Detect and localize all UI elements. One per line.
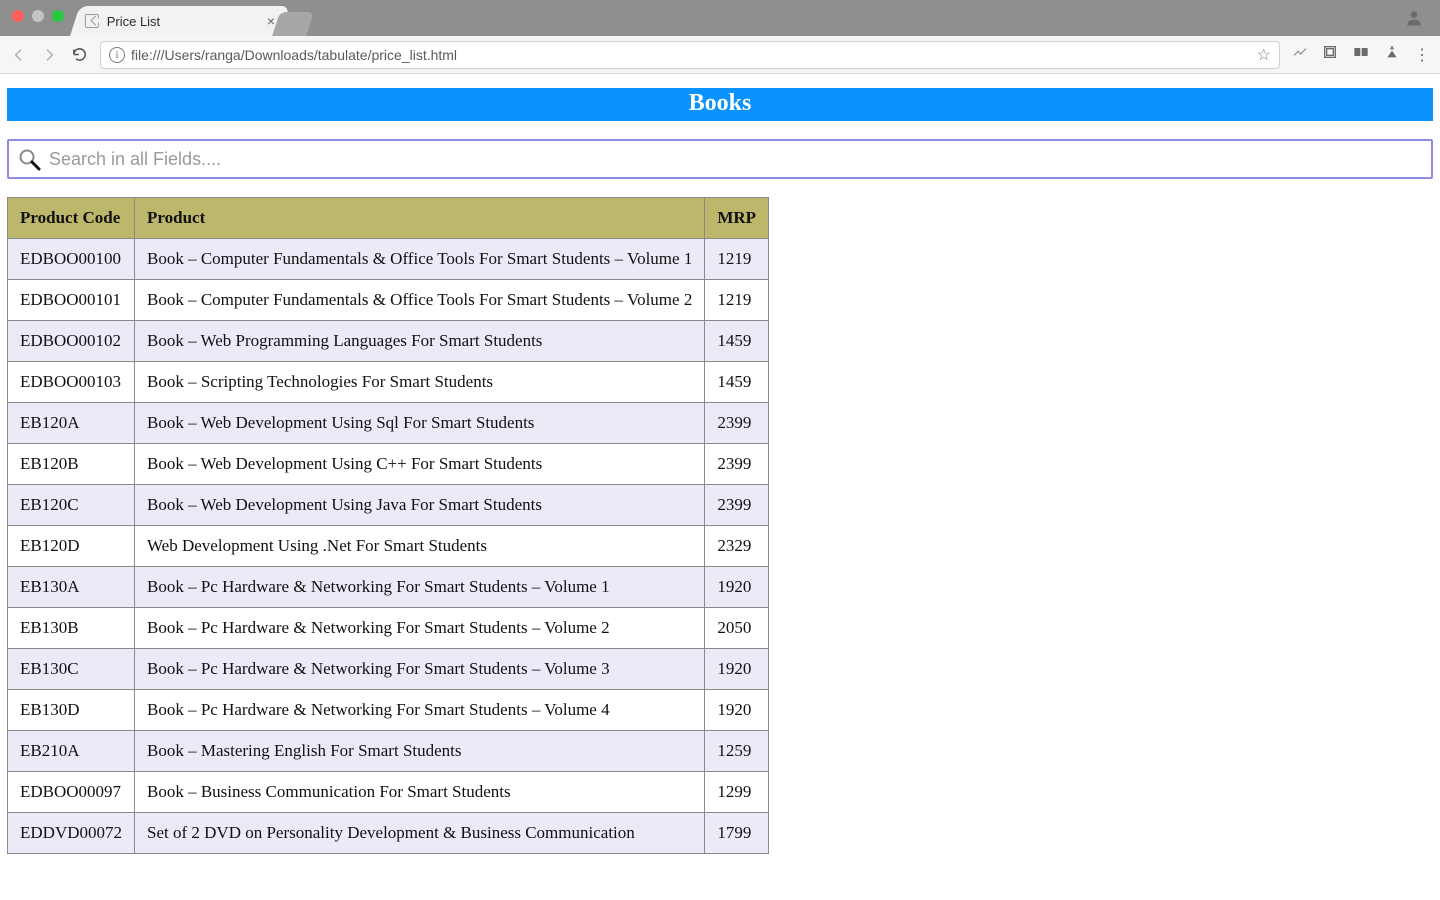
cell-product: Book – Web Development Using Java For Sm… xyxy=(135,485,705,526)
cell-product: Book – Mastering English For Smart Stude… xyxy=(135,731,705,772)
forward-button[interactable] xyxy=(40,46,58,64)
window-close-button[interactable] xyxy=(12,10,24,22)
search-icon xyxy=(17,147,41,171)
cell-mrp: 1219 xyxy=(705,280,769,321)
cell-mrp: 2399 xyxy=(705,403,769,444)
browser-tabstrip: Price List × xyxy=(0,0,1440,36)
cell-code: EB130C xyxy=(8,649,135,690)
cell-mrp: 2329 xyxy=(705,526,769,567)
table-row: EB130ABook – Pc Hardware & Networking Fo… xyxy=(8,567,769,608)
table-row: EDBOO00103Book – Scripting Technologies … xyxy=(8,362,769,403)
cell-mrp: 1799 xyxy=(705,813,769,854)
table-row: EB210ABook – Mastering English For Smart… xyxy=(8,731,769,772)
cell-code: EDDVD00072 xyxy=(8,813,135,854)
cell-product: Book – Scripting Technologies For Smart … xyxy=(135,362,705,403)
cell-mrp: 1219 xyxy=(705,239,769,280)
browser-tab-active[interactable]: Price List × xyxy=(70,6,290,36)
cell-mrp: 1259 xyxy=(705,731,769,772)
table-header-row: Product Code Product MRP xyxy=(8,198,769,239)
cell-mrp: 2399 xyxy=(705,444,769,485)
chrome-menu-icon[interactable]: ⋮ xyxy=(1414,45,1430,65)
cell-mrp: 1920 xyxy=(705,567,769,608)
cell-product: Book – Pc Hardware & Networking For Smar… xyxy=(135,608,705,649)
tab-title: Price List xyxy=(107,14,160,29)
cell-code: EB130D xyxy=(8,690,135,731)
cell-product: Book – Computer Fundamentals & Office To… xyxy=(135,239,705,280)
cell-product: Book – Computer Fundamentals & Office To… xyxy=(135,280,705,321)
cell-code: EDBOO00101 xyxy=(8,280,135,321)
cell-code: EDBOO00103 xyxy=(8,362,135,403)
file-icon xyxy=(85,14,99,28)
cell-mrp: 1920 xyxy=(705,690,769,731)
cell-mrp: 2050 xyxy=(705,608,769,649)
window-minimize-button[interactable] xyxy=(32,10,44,22)
table-row: EB130DBook – Pc Hardware & Networking Fo… xyxy=(8,690,769,731)
cell-mrp: 2399 xyxy=(705,485,769,526)
table-row: EB120DWeb Development Using .Net For Sma… xyxy=(8,526,769,567)
cell-code: EB130A xyxy=(8,567,135,608)
bookmark-star-icon[interactable]: ☆ xyxy=(1257,45,1271,65)
table-row: EDBOO00102Book – Web Programming Languag… xyxy=(8,321,769,362)
cell-product: Book – Business Communication For Smart … xyxy=(135,772,705,813)
cell-mrp: 1459 xyxy=(705,321,769,362)
window-controls xyxy=(12,10,64,22)
url-text: file:///Users/ranga/Downloads/tabulate/p… xyxy=(131,47,457,63)
site-info-icon[interactable]: i xyxy=(109,47,125,63)
cell-product: Book – Pc Hardware & Networking For Smar… xyxy=(135,649,705,690)
col-header-mrp[interactable]: MRP xyxy=(705,198,769,239)
back-button[interactable] xyxy=(10,46,28,64)
table-row: EB130CBook – Pc Hardware & Networking Fo… xyxy=(8,649,769,690)
table-row: EB130BBook – Pc Hardware & Networking Fo… xyxy=(8,608,769,649)
cell-code: EB120C xyxy=(8,485,135,526)
table-row: EB120BBook – Web Development Using C++ F… xyxy=(8,444,769,485)
cell-mrp: 1459 xyxy=(705,362,769,403)
table-row: EDBOO00097Book – Business Communication … xyxy=(8,772,769,813)
cell-product: Web Development Using .Net For Smart Stu… xyxy=(135,526,705,567)
reload-button[interactable] xyxy=(70,46,88,64)
extension-icon[interactable] xyxy=(1384,44,1400,65)
new-tab-button[interactable] xyxy=(272,12,314,36)
address-bar[interactable]: i file:///Users/ranga/Downloads/tabulate… xyxy=(100,41,1280,69)
extension-icon[interactable] xyxy=(1352,44,1370,65)
cell-code: EDBOO00100 xyxy=(8,239,135,280)
cell-code: EB210A xyxy=(8,731,135,772)
price-list-table: Product Code Product MRP EDBOO00100Book … xyxy=(7,197,769,854)
cell-product: Book – Web Development Using C++ For Sma… xyxy=(135,444,705,485)
cell-product: Set of 2 DVD on Personality Development … xyxy=(135,813,705,854)
col-header-product[interactable]: Product xyxy=(135,198,705,239)
table-row: EDBOO00101Book – Computer Fundamentals &… xyxy=(8,280,769,321)
cell-mrp: 1920 xyxy=(705,649,769,690)
cell-code: EB130B xyxy=(8,608,135,649)
cell-product: Book – Web Programming Languages For Sma… xyxy=(135,321,705,362)
cell-mrp: 1299 xyxy=(705,772,769,813)
extension-icon[interactable] xyxy=(1292,44,1308,65)
cell-code: EDBOO00097 xyxy=(8,772,135,813)
cell-code: EDBOO00102 xyxy=(8,321,135,362)
table-row: EB120ABook – Web Development Using Sql F… xyxy=(8,403,769,444)
extension-icon[interactable] xyxy=(1322,44,1338,65)
col-header-code[interactable]: Product Code xyxy=(8,198,135,239)
table-row: EB120CBook – Web Development Using Java … xyxy=(8,485,769,526)
table-row: EDBOO00100Book – Computer Fundamentals &… xyxy=(8,239,769,280)
cell-product: Book – Web Development Using Sql For Sma… xyxy=(135,403,705,444)
tab-close-icon[interactable]: × xyxy=(267,13,275,29)
page-content: Books Product Code Product MRP EDBOO0010… xyxy=(0,88,1440,900)
profile-avatar-icon[interactable] xyxy=(1404,8,1424,28)
page-title: Books xyxy=(7,88,1433,121)
cell-product: Book – Pc Hardware & Networking For Smar… xyxy=(135,567,705,608)
cell-product: Book – Pc Hardware & Networking For Smar… xyxy=(135,690,705,731)
browser-toolbar: i file:///Users/ranga/Downloads/tabulate… xyxy=(0,36,1440,74)
search-input[interactable] xyxy=(49,149,1423,170)
search-box[interactable] xyxy=(7,139,1433,179)
table-row: EDDVD00072Set of 2 DVD on Personality De… xyxy=(8,813,769,854)
cell-code: EB120D xyxy=(8,526,135,567)
cell-code: EB120B xyxy=(8,444,135,485)
cell-code: EB120A xyxy=(8,403,135,444)
toolbar-extensions: ⋮ xyxy=(1292,44,1430,65)
window-zoom-button[interactable] xyxy=(52,10,64,22)
